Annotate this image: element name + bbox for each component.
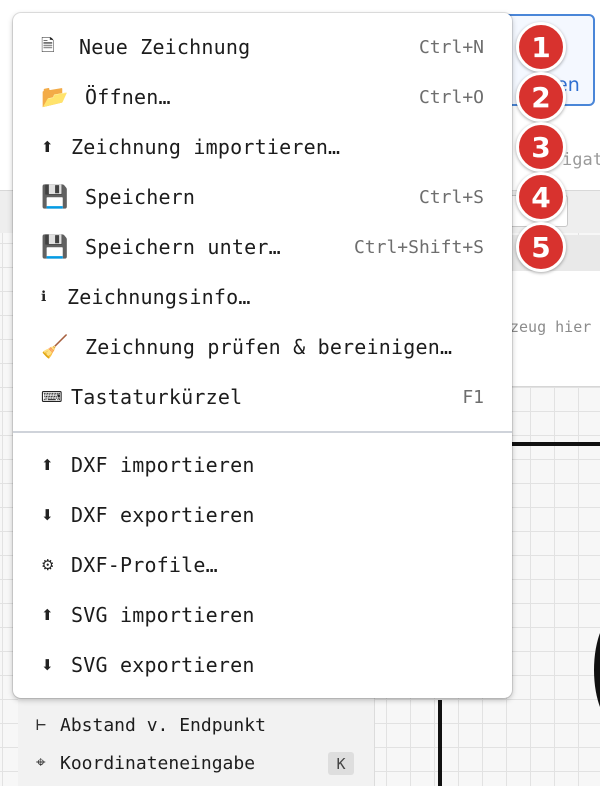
floppy-disk-icon: 💾 xyxy=(41,184,69,210)
menu-item-import-drawing[interactable]: ⬆ Zeichnung importieren… xyxy=(13,122,512,172)
snap-item-label: Koordinateneingabe xyxy=(60,752,256,774)
tool-hint-text: zeug hier xyxy=(510,318,592,336)
menu-item-new-drawing[interactable]: 🗎 Neue Zeichnung Ctrl+N xyxy=(13,22,512,72)
download-arrow-icon: ⬇ xyxy=(41,656,54,674)
menu-item-save[interactable]: 💾 Speichern Ctrl+S xyxy=(13,172,512,222)
info-icon: ℹ xyxy=(41,289,47,305)
gear-icon: ⚙ xyxy=(41,556,55,574)
canvas-line xyxy=(512,442,600,446)
menu-item-shortcut: Ctrl+O xyxy=(418,86,484,108)
annotation-badge-1: 1 xyxy=(516,22,566,72)
canvas-line xyxy=(438,700,442,786)
annotation-badge-3: 3 xyxy=(516,122,566,172)
menu-item-dxf-profiles[interactable]: ⚙ DXF-Profile… xyxy=(13,540,512,590)
menu-item-drawing-info[interactable]: ℹ Zeichnungsinfo… xyxy=(13,272,512,322)
shortcut-key-badge: K xyxy=(328,752,354,775)
menu-item-label: DXF-Profile… xyxy=(71,553,218,577)
menu-item-shortcut: Ctrl+Shift+S xyxy=(353,236,484,258)
menu-item-open[interactable]: 📂 Öffnen… Ctrl+O xyxy=(13,72,512,122)
menu-item-label: Öffnen… xyxy=(85,85,171,109)
menu-item-label: Neue Zeichnung xyxy=(79,35,251,59)
menu-item-dxf-export[interactable]: ⬇ DXF exportieren xyxy=(13,490,512,540)
snap-item-coordinate-input[interactable]: ⌖ Koordinateneingabe xyxy=(36,748,255,778)
endpoint-distance-icon: ⊢ xyxy=(36,715,47,735)
menu-item-label: DXF exportieren xyxy=(71,503,255,527)
menu-separator xyxy=(13,431,512,433)
menu-item-shortcut: F1 xyxy=(462,386,484,408)
annotation-badge-2: 2 xyxy=(516,72,566,122)
upload-arrow-icon: ⬆ xyxy=(41,456,54,474)
app-window: en igat zeug hier ⊢ Abstand v. Endpunkt … xyxy=(0,0,600,786)
floppy-disk-icon: 💾 xyxy=(41,234,69,260)
menu-item-label: Zeichnung prüfen & bereinigen… xyxy=(85,335,453,359)
menu-item-label: Tastaturkürzel xyxy=(71,385,243,409)
document-icon: 🗎 xyxy=(41,35,55,56)
broom-icon: 🧹 xyxy=(41,334,69,360)
menu-item-svg-export[interactable]: ⬇ SVG exportieren xyxy=(13,640,512,690)
menu-item-dxf-import[interactable]: ⬆ DXF importieren xyxy=(13,440,512,490)
keyboard-icon: ⌨ xyxy=(41,388,63,406)
menu-item-label: SVG exportieren xyxy=(71,653,255,677)
menu-item-check-and-clean[interactable]: 🧹 Zeichnung prüfen & bereinigen… xyxy=(13,322,512,372)
toolbar-tab-label[interactable]: igat xyxy=(562,150,600,170)
upload-arrow-icon: ⬆ xyxy=(41,138,54,156)
menu-item-label: Speichern xyxy=(85,185,196,209)
file-menu: 🗎 Neue Zeichnung Ctrl+N 📂 Öffnen… Ctrl+O… xyxy=(13,13,512,698)
menu-item-shortcut: Ctrl+N xyxy=(418,36,484,58)
annotation-badge-5: 5 xyxy=(516,222,566,272)
crosshair-icon: ⌖ xyxy=(36,753,46,773)
menu-item-keyboard-shortcuts[interactable]: ⌨ Tastaturkürzel F1 xyxy=(13,372,512,422)
snap-item-label: Abstand v. Endpunkt xyxy=(60,714,266,736)
upload-arrow-icon: ⬆ xyxy=(41,606,54,624)
menu-item-label: Zeichnungsinfo… xyxy=(67,285,251,309)
menu-item-label: SVG importieren xyxy=(71,603,255,627)
snap-item-endpoint-distance[interactable]: ⊢ Abstand v. Endpunkt xyxy=(36,710,266,740)
menu-item-label: Zeichnung importieren… xyxy=(71,135,341,159)
menu-item-label: Speichern unter… xyxy=(85,235,281,259)
menu-item-shortcut: Ctrl+S xyxy=(418,186,484,208)
menu-item-label: DXF importieren xyxy=(71,453,255,477)
folder-open-icon: 📂 xyxy=(41,84,69,110)
menu-item-svg-import[interactable]: ⬆ SVG importieren xyxy=(13,590,512,640)
download-arrow-icon: ⬇ xyxy=(41,506,54,524)
annotation-badge-4: 4 xyxy=(516,172,566,222)
menu-item-save-as[interactable]: 💾 Speichern unter… Ctrl+Shift+S xyxy=(13,222,512,272)
